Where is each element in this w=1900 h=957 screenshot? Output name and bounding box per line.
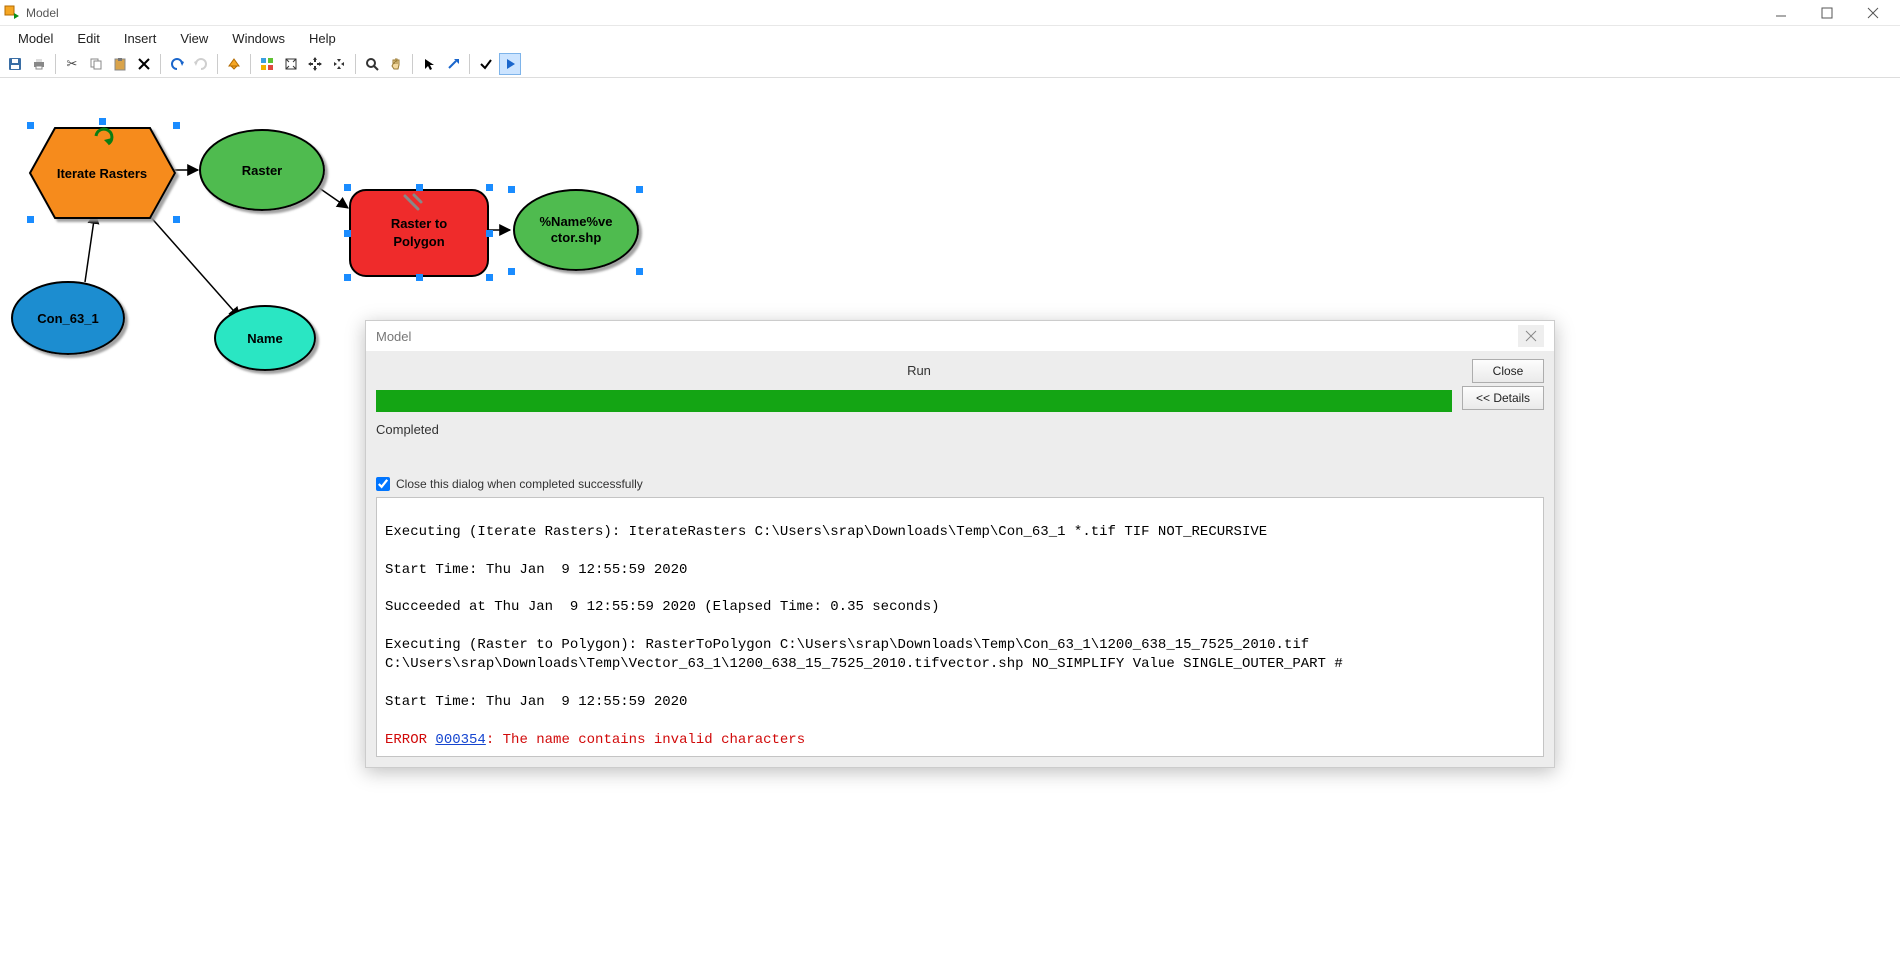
print-icon[interactable] bbox=[28, 53, 50, 75]
select-icon[interactable] bbox=[418, 53, 440, 75]
close-button[interactable] bbox=[1850, 0, 1896, 26]
close-on-complete-input[interactable] bbox=[376, 477, 390, 491]
status-text: Completed bbox=[376, 422, 1544, 437]
selection-handle[interactable] bbox=[486, 230, 493, 237]
dialog-close-icon[interactable] bbox=[1518, 325, 1544, 347]
selection-handle[interactable] bbox=[27, 122, 34, 129]
selection-handle[interactable] bbox=[173, 122, 180, 129]
selection-handle[interactable] bbox=[508, 186, 515, 193]
toolbar-separator bbox=[217, 54, 218, 74]
menu-insert[interactable]: Insert bbox=[112, 26, 169, 50]
pan-icon[interactable] bbox=[385, 53, 407, 75]
undo-icon[interactable] bbox=[166, 53, 188, 75]
selection-handle[interactable] bbox=[416, 184, 423, 191]
run-label: Run bbox=[376, 357, 1462, 384]
selection-handle[interactable] bbox=[486, 184, 493, 191]
selection-handle[interactable] bbox=[416, 274, 423, 281]
menu-windows[interactable]: Windows bbox=[220, 26, 297, 50]
titlebar: Model bbox=[0, 0, 1900, 26]
node-iterate-rasters[interactable]: Iterate Rasters bbox=[30, 128, 175, 218]
toolbar-separator bbox=[412, 54, 413, 74]
toolbar-separator bbox=[250, 54, 251, 74]
checkbox-label: Close this dialog when completed success… bbox=[396, 477, 643, 491]
node-name[interactable]: Name bbox=[215, 306, 315, 370]
toolbar: ✂ bbox=[0, 50, 1900, 78]
menu-help[interactable]: Help bbox=[297, 26, 348, 50]
check-icon[interactable] bbox=[475, 53, 497, 75]
selection-handle[interactable] bbox=[636, 268, 643, 275]
log-line: Executing (Iterate Rasters): IterateRast… bbox=[385, 523, 1535, 542]
progress-bar bbox=[376, 390, 1452, 412]
error-code-link[interactable]: 000354 bbox=[435, 732, 485, 748]
node-raster[interactable]: Raster bbox=[200, 130, 324, 210]
node-raster-to-polygon[interactable]: Raster to Polygon bbox=[350, 190, 488, 276]
selection-handle[interactable] bbox=[27, 216, 34, 223]
redo-icon[interactable] bbox=[190, 53, 212, 75]
dialog-title: Model bbox=[376, 329, 411, 344]
log-line: Start Time: Thu Jan 9 12:55:59 2020 bbox=[385, 561, 1535, 580]
cut-icon[interactable]: ✂ bbox=[61, 53, 83, 75]
auto-layout-icon[interactable] bbox=[256, 53, 278, 75]
menubar: Model Edit Insert View Windows Help bbox=[0, 26, 1900, 50]
node-output[interactable]: %Name%ve ctor.shp bbox=[514, 190, 638, 270]
menu-model[interactable]: Model bbox=[6, 26, 65, 50]
toolbar-separator bbox=[355, 54, 356, 74]
window-controls bbox=[1758, 0, 1896, 26]
full-extent-icon[interactable] bbox=[280, 53, 302, 75]
save-icon[interactable] bbox=[4, 53, 26, 75]
paste-icon[interactable] bbox=[109, 53, 131, 75]
dialog-titlebar[interactable]: Model bbox=[366, 321, 1554, 351]
delete-icon[interactable] bbox=[133, 53, 155, 75]
close-on-complete-checkbox[interactable]: Close this dialog when completed success… bbox=[376, 477, 1544, 491]
menu-view[interactable]: View bbox=[168, 26, 220, 50]
node-con[interactable]: Con_63_1 bbox=[12, 282, 124, 354]
selection-handle[interactable] bbox=[344, 230, 351, 237]
toolbar-separator bbox=[469, 54, 470, 74]
selection-handle[interactable] bbox=[486, 274, 493, 281]
toolbar-separator bbox=[160, 54, 161, 74]
log-line: Start Time: Thu Jan 9 12:55:59 2020 bbox=[385, 693, 1535, 712]
details-button[interactable]: << Details bbox=[1462, 386, 1544, 410]
validate-icon[interactable] bbox=[223, 53, 245, 75]
log-line: Succeeded at Thu Jan 9 12:55:59 2020 (El… bbox=[385, 598, 1535, 617]
log-output[interactable]: Executing (Iterate Rasters): IterateRast… bbox=[376, 497, 1544, 757]
run-icon[interactable] bbox=[499, 53, 521, 75]
close-button[interactable]: Close bbox=[1472, 359, 1544, 383]
selection-handle[interactable] bbox=[636, 186, 643, 193]
toolbar-separator bbox=[55, 54, 56, 74]
maximize-button[interactable] bbox=[1804, 0, 1850, 26]
window-title: Model bbox=[26, 6, 59, 20]
selection-handle[interactable] bbox=[344, 184, 351, 191]
fixed-zoom-out-icon[interactable] bbox=[328, 53, 350, 75]
app-icon bbox=[4, 5, 20, 21]
menu-edit[interactable]: Edit bbox=[65, 26, 111, 50]
fixed-zoom-in-icon[interactable] bbox=[304, 53, 326, 75]
copy-icon[interactable] bbox=[85, 53, 107, 75]
run-dialog: Model Run Close << Details Completed Clo… bbox=[365, 320, 1555, 768]
minimize-button[interactable] bbox=[1758, 0, 1804, 26]
log-error-line: ERROR 000354: The name contains invalid … bbox=[385, 731, 1535, 750]
zoom-icon[interactable] bbox=[361, 53, 383, 75]
selection-handle[interactable] bbox=[173, 216, 180, 223]
selection-handle[interactable] bbox=[508, 268, 515, 275]
selection-handle[interactable] bbox=[99, 118, 106, 125]
selection-handle[interactable] bbox=[344, 274, 351, 281]
connect-icon[interactable] bbox=[442, 53, 464, 75]
log-line: Executing (Raster to Polygon): RasterToP… bbox=[385, 636, 1535, 674]
